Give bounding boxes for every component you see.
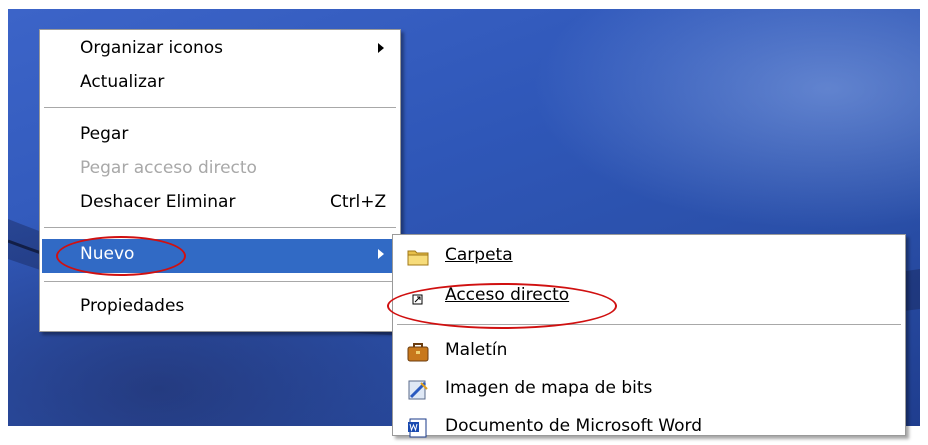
menu-item-label: Actualizar: [80, 72, 165, 92]
menu-item-label: Pegar: [80, 124, 129, 144]
shortcut-icon: [412, 294, 423, 305]
submenu-item-acceso-directo[interactable]: Acceso directo: [395, 280, 903, 314]
submenu-item-imagen-mapa-bits[interactable]: Imagen de mapa de bits: [395, 373, 903, 407]
menu-item-label: Organizar iconos: [80, 38, 224, 58]
menu-item-deshacer-eliminar[interactable]: Deshacer Eliminar Ctrl+Z: [42, 187, 398, 221]
menu-item-label: Propiedades: [80, 296, 185, 316]
submenu-item-maletin[interactable]: Maletín: [395, 335, 903, 369]
menu-separator: [44, 107, 396, 108]
word-doc-icon: [408, 418, 427, 438]
menu-item-label: Documento de Microsoft Word: [445, 416, 702, 436]
folder-icon: [407, 250, 429, 266]
menu-item-pegar[interactable]: Pegar: [42, 119, 398, 153]
menu-item-label: Acceso directo: [445, 285, 570, 305]
submenu-arrow-icon: [378, 43, 384, 53]
menu-item-pegar-acceso-directo: Pegar acceso directo: [42, 153, 398, 187]
menu-item-nuevo[interactable]: Nuevo: [42, 239, 398, 273]
menu-item-label: Nuevo: [80, 244, 135, 264]
briefcase-icon: [407, 343, 429, 362]
menu-item-label: Deshacer Eliminar: [80, 192, 236, 212]
menu-item-shortcut: Ctrl+Z: [330, 192, 387, 212]
submenu-nuevo: Carpeta Acceso directo Maletín Imagen de…: [392, 234, 906, 438]
submenu-arrow-icon: [378, 249, 384, 259]
menu-separator: [397, 324, 901, 325]
desktop-context-menu: Organizar iconos Actualizar Pegar Pegar …: [39, 29, 401, 332]
submenu-item-documento-word[interactable]: Documento de Microsoft Word: [395, 411, 903, 445]
menu-item-label: Imagen de mapa de bits: [445, 378, 653, 398]
menu-item-label: Carpeta: [445, 245, 513, 265]
menu-separator: [44, 227, 396, 228]
menu-item-propiedades[interactable]: Propiedades: [42, 291, 398, 325]
menu-item-actualizar[interactable]: Actualizar: [42, 67, 398, 101]
menu-item-label: Pegar acceso directo: [80, 158, 257, 178]
bitmap-icon: [408, 380, 428, 400]
menu-item-label: Maletín: [445, 340, 508, 360]
menu-separator: [44, 281, 396, 282]
menu-item-organizar-iconos[interactable]: Organizar iconos: [42, 33, 398, 67]
submenu-item-carpeta[interactable]: Carpeta: [395, 240, 903, 274]
